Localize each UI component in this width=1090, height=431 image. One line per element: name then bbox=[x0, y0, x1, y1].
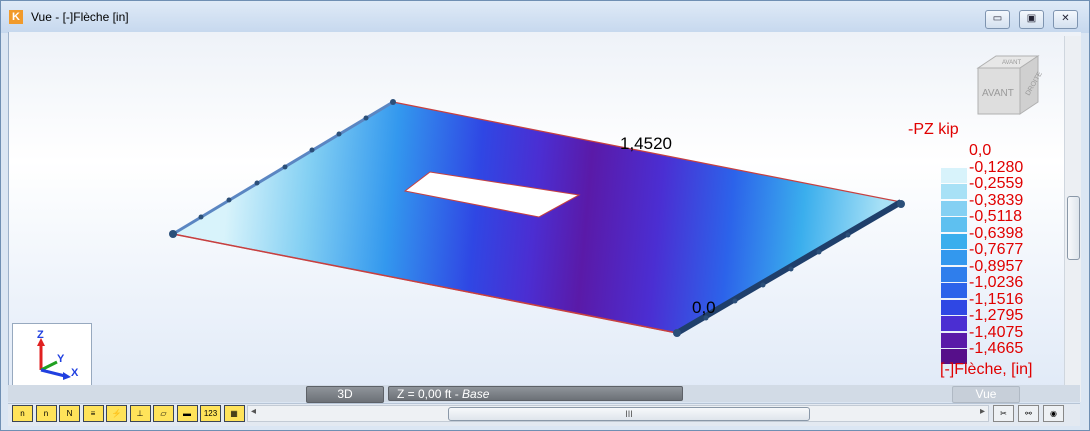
level-name: Base bbox=[462, 387, 490, 401]
legend-value: -1,1516 bbox=[969, 290, 1024, 308]
legend-row: -0,5118 bbox=[933, 208, 1043, 232]
toolbar-tool-button[interactable]: ⚡ bbox=[106, 405, 127, 422]
legend-value: -0,2559 bbox=[969, 175, 1024, 192]
legend-value: -1,4075 bbox=[969, 323, 1024, 341]
legend-value: -1,2795 bbox=[969, 307, 1024, 324]
max-deflection-label: 1,4520 bbox=[620, 134, 672, 153]
legend-row: -1,2795 bbox=[933, 307, 1043, 331]
level-elevation: Z = 0,00 ft bbox=[397, 387, 452, 401]
view-cube-top-label: AVANT bbox=[1002, 60, 1021, 66]
3d-viewport[interactable]: AVANT DROITE AVANT bbox=[8, 32, 1081, 402]
legend-value: -0,1280 bbox=[969, 158, 1024, 176]
close-button[interactable]: ✕ bbox=[1053, 10, 1078, 29]
toolbar-tool-button[interactable]: 123 bbox=[200, 405, 221, 422]
legend-value: -0,5118 bbox=[969, 208, 1023, 225]
z-axis-label: Z bbox=[37, 329, 44, 341]
title-bar[interactable]: K Vue - [-]Flèche [in] ▭ ▣ ✕ bbox=[1, 1, 1089, 33]
legend-row: 0,0 bbox=[933, 143, 1043, 160]
minimize-button[interactable]: ▭ bbox=[985, 10, 1010, 29]
scroll-right-arrow[interactable]: ▸ bbox=[980, 406, 985, 417]
legend-row: -1,0236 bbox=[933, 274, 1043, 298]
plate-contour-plot bbox=[169, 99, 905, 337]
legend-value: -0,3839 bbox=[969, 191, 1024, 209]
min-deflection-label: 0,0 bbox=[692, 298, 716, 317]
legend-row: -1,4665 bbox=[933, 340, 1043, 364]
legend-unit: [-]Flèche, [in] bbox=[940, 361, 1033, 378]
toolbar-tool-button[interactable]: ⊥ bbox=[129, 405, 151, 422]
color-legend: 0,0 -0,1280 -0,2559 -0,3839 -0,5118 -0,6398 -0… bbox=[933, 143, 1043, 364]
legend-row: -0,7677 bbox=[933, 241, 1043, 265]
legend-row: -0,2559 bbox=[933, 175, 1043, 199]
view-cube[interactable]: AVANT DROITE AVANT bbox=[974, 52, 1044, 128]
disconnect-icon[interactable]: ✂ bbox=[993, 405, 1014, 422]
toolbar-tool-button[interactable]: N bbox=[59, 405, 80, 422]
toolbar-tool-button[interactable]: ≡ bbox=[82, 405, 104, 422]
toolbar-tool-button[interactable]: ▦ bbox=[223, 405, 245, 422]
toolbar-tool-button[interactable]: ▬ bbox=[176, 405, 198, 422]
vertical-scrollbar[interactable] bbox=[1064, 36, 1081, 402]
x-axis-label: X bbox=[71, 367, 79, 379]
y-axis-label: Y bbox=[57, 353, 65, 365]
link-icon[interactable]: ⚯ bbox=[1018, 405, 1039, 422]
legend-row: -0,1280 bbox=[933, 158, 1043, 183]
legend-row: -1,4075 bbox=[933, 323, 1043, 348]
view-cube-front-label: AVANT bbox=[982, 88, 1014, 99]
camera-icon[interactable]: ◉ bbox=[1043, 405, 1064, 422]
legend-title: -PZ kip bbox=[908, 121, 959, 138]
legend-row: -0,6398 bbox=[933, 224, 1043, 249]
legend-value: -0,8957 bbox=[969, 257, 1024, 275]
legend-row: -0,8957 bbox=[933, 257, 1043, 282]
axes-indicator: Z Y X bbox=[12, 323, 92, 387]
toolbar-tool-button[interactable]: n bbox=[35, 405, 57, 422]
legend-value: -0,6398 bbox=[969, 224, 1024, 242]
legend-row: -0,3839 bbox=[933, 191, 1043, 216]
plate-surface bbox=[171, 101, 903, 334]
tab-level[interactable]: Z = 0,00 ft - Base bbox=[388, 386, 683, 401]
toolbar-tool-button[interactable]: ▱ bbox=[153, 405, 174, 422]
toolbar-tool-button[interactable]: n bbox=[12, 405, 33, 422]
scroll-left-arrow[interactable]: ◂ bbox=[251, 406, 256, 417]
app-logo-icon: K bbox=[9, 10, 23, 24]
horizontal-scroll-thumb[interactable]: III bbox=[448, 407, 810, 421]
legend-row: -1,1516 bbox=[933, 290, 1043, 315]
vertical-scroll-thumb[interactable] bbox=[1067, 196, 1080, 260]
legend-value: -1,4665 bbox=[969, 340, 1024, 357]
tab-3d[interactable]: 3D bbox=[306, 386, 384, 403]
horizontal-scrollbar[interactable]: ◂ III ▸ bbox=[247, 405, 989, 422]
window-title: Vue - [-]Flèche [in] bbox=[31, 10, 129, 24]
legend-value: 0,0 bbox=[969, 142, 992, 159]
legend-value: -0,7677 bbox=[969, 241, 1024, 258]
legend-value: -1,0236 bbox=[969, 274, 1024, 291]
tab-view[interactable]: Vue bbox=[952, 386, 1020, 403]
restore-button[interactable]: ▣ bbox=[1019, 10, 1044, 29]
